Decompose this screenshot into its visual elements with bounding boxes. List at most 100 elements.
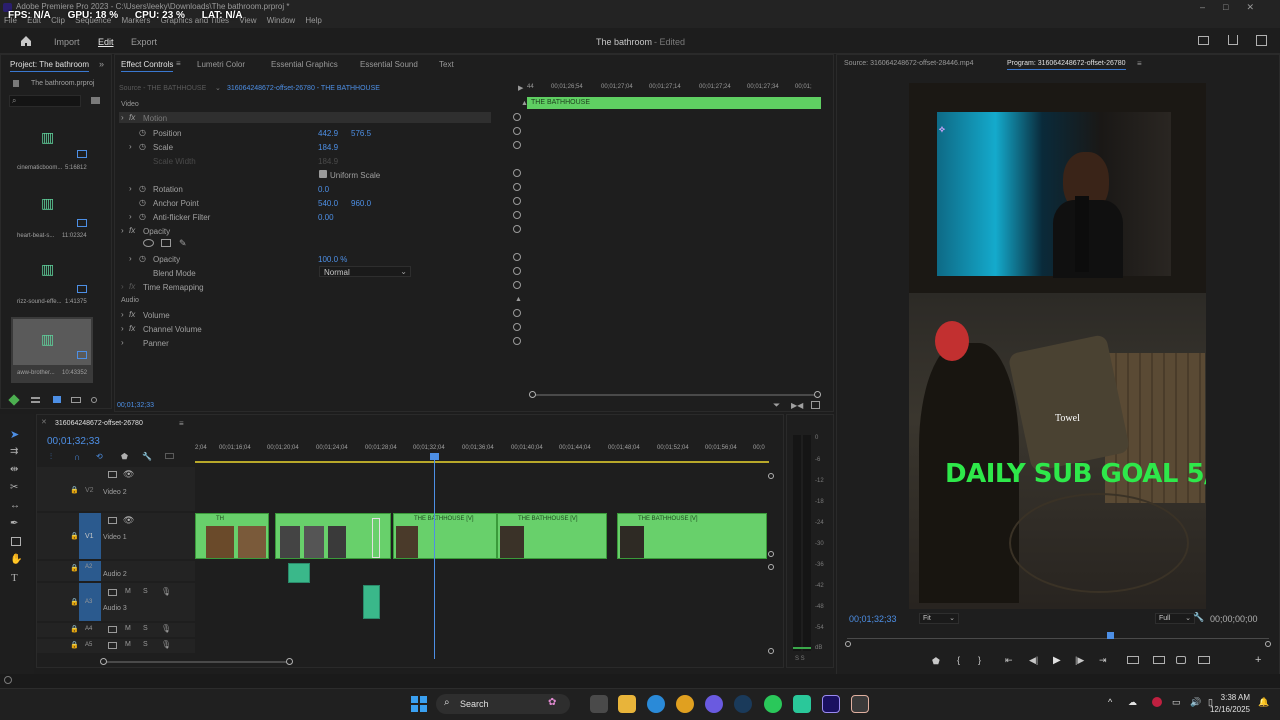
lift-icon[interactable] <box>1127 656 1139 664</box>
cloud-icon[interactable]: ☁ <box>1128 697 1137 708</box>
reset-icon[interactable] <box>513 267 521 275</box>
rectangle-tool-icon[interactable] <box>11 537 21 546</box>
wrench-icon[interactable]: 🔧 <box>1193 612 1204 623</box>
tab-essential-sound[interactable]: Essential Sound <box>360 60 418 69</box>
video-clip[interactable]: THE BATHHOUSE [V] <box>497 513 607 559</box>
close-tab-icon[interactable]: ✕ <box>41 418 47 426</box>
notifications-icon[interactable]: 🔔 <box>1258 697 1269 708</box>
video-clip[interactable]: THE BATHHOUSE [V] <box>393 513 497 559</box>
voiceover-mic-icon[interactable]: 🎙 <box>161 624 171 633</box>
solo-icon[interactable]: S <box>143 625 148 632</box>
position-y-value[interactable]: 576.5 <box>351 129 371 138</box>
go-to-in-icon[interactable]: ⇤ <box>1005 655 1013 666</box>
notification-app-icon[interactable] <box>1152 697 1162 707</box>
project-tab[interactable]: Project: The bathroom <box>10 60 90 72</box>
solo-icon[interactable]: S <box>143 588 148 595</box>
pen-tool-icon[interactable]: ✒ <box>10 518 18 529</box>
track-id-a3[interactable]: A3 <box>85 599 92 605</box>
rotation-value[interactable]: 0.0 <box>318 185 329 194</box>
hand-tool-icon[interactable]: ✋ <box>10 554 22 565</box>
zoom-slider-icon[interactable] <box>91 397 97 403</box>
voiceover-mic-icon[interactable]: 🎙 <box>161 640 171 649</box>
tab-essential-graphics[interactable]: Essential Graphics <box>271 60 338 69</box>
vertical-zoom-handle[interactable] <box>768 473 774 479</box>
vertical-zoom-handle[interactable] <box>768 551 774 557</box>
panel-more-icon[interactable]: » <box>99 59 104 69</box>
source-monitor-tab[interactable]: Source: 316064248672-offset-28446.mp4 <box>844 60 973 67</box>
export-frame-icon[interactable] <box>1176 656 1186 664</box>
add-marker-icon[interactable]: ⬟ <box>121 452 128 461</box>
expand-icon[interactable]: › <box>121 310 124 319</box>
menu-help[interactable]: Help <box>305 16 321 25</box>
scroll-handle-left[interactable] <box>100 658 107 665</box>
track-id-a4[interactable]: A4 <box>85 626 92 632</box>
list-view-icon[interactable] <box>31 397 40 403</box>
program-scrubber-track[interactable] <box>847 638 1269 639</box>
voiceover-mic-icon[interactable]: 🎙 <box>161 587 171 596</box>
track-id-v1[interactable]: V1 <box>85 533 94 540</box>
pen-mask-icon[interactable]: ✎ <box>179 238 187 249</box>
comparison-view-icon[interactable] <box>1198 656 1210 664</box>
menu-window[interactable]: Window <box>267 16 295 25</box>
anchor-x-value[interactable]: 540.0 <box>318 199 338 208</box>
reset-icon[interactable] <box>513 309 521 317</box>
motion-row[interactable] <box>119 112 491 123</box>
new-bin-icon[interactable] <box>91 97 100 104</box>
sequence-selector[interactable]: 316064248672-offset-26780 - THE BATHHOUS… <box>227 85 380 92</box>
ec-zoom-handle-left[interactable] <box>529 391 536 398</box>
tab-menu-icon[interactable]: ≡ <box>176 59 181 68</box>
icon-view-icon[interactable] <box>53 396 61 403</box>
mark-in-icon[interactable]: { <box>957 655 960 665</box>
zoom-handle-left[interactable] <box>845 641 851 647</box>
project-item[interactable]: ▥ heart-beat-s... 11:02324 <box>11 183 93 245</box>
mute-icon[interactable]: M <box>125 625 131 632</box>
linked-selection-icon[interactable]: ⟲ <box>96 452 103 461</box>
track-id-a5[interactable]: A5 <box>85 642 92 648</box>
expand-icon[interactable]: › <box>129 254 132 263</box>
snapshot-icon[interactable] <box>811 401 820 409</box>
expand-icon[interactable]: › <box>121 338 124 347</box>
razor-tool-icon[interactable]: ✂ <box>10 482 18 493</box>
reset-icon[interactable] <box>513 183 521 191</box>
expand-icon[interactable]: › <box>129 212 132 221</box>
reset-icon[interactable] <box>513 169 521 177</box>
program-monitor-tab[interactable]: Program: 316064248672-offset-26780 <box>1007 60 1126 70</box>
video-clip[interactable]: TH <box>195 513 269 559</box>
volume-icon[interactable]: 🔊 <box>1190 697 1201 708</box>
filter-icon[interactable]: ⏷ <box>773 400 780 411</box>
ec-timecode[interactable]: 00;01;32;33 <box>117 402 154 409</box>
app-icon[interactable] <box>793 695 811 713</box>
opacity-value[interactable]: 100.0 % <box>318 255 347 264</box>
reset-icon[interactable] <box>513 281 521 289</box>
program-playhead[interactable] <box>1107 632 1114 639</box>
steam-icon[interactable] <box>734 695 752 713</box>
work-area-bar[interactable] <box>195 461 769 463</box>
toggle-sync-lock-icon[interactable] <box>108 517 117 524</box>
lock-icon[interactable]: 🔒 <box>70 641 79 649</box>
vertical-zoom-handle[interactable] <box>768 564 774 570</box>
audio-clip[interactable] <box>363 585 380 619</box>
position-x-value[interactable]: 442.9 <box>318 129 338 138</box>
ripple-edit-tool-icon[interactable]: ⇹ <box>10 464 18 475</box>
ellipse-mask-icon[interactable] <box>143 239 154 247</box>
timeline-horizontal-scrollbar[interactable] <box>103 661 289 663</box>
lock-icon[interactable]: 🔒 <box>70 532 79 540</box>
toggle-sync-lock-icon[interactable] <box>108 626 117 633</box>
pencil-icon[interactable] <box>8 394 20 406</box>
video-clip-group[interactable] <box>275 513 391 559</box>
taskbar-date[interactable]: 12/16/2025 <box>1204 705 1250 714</box>
expand-icon[interactable]: › <box>121 113 124 122</box>
expand-icon[interactable]: › <box>121 226 124 235</box>
expand-icon[interactable]: › <box>121 324 124 333</box>
rectangle-mask-icon[interactable] <box>161 239 171 247</box>
wrench-icon[interactable]: 🔧 <box>142 452 152 461</box>
home-icon[interactable] <box>20 35 32 47</box>
tab-effect-controls[interactable]: Effect Controls <box>121 60 174 72</box>
reset-icon[interactable] <box>513 113 521 121</box>
taskbar-search[interactable]: ⌕ Search ✿ <box>436 694 570 714</box>
ec-zoom-handle-right[interactable] <box>814 391 821 398</box>
track-id-a2[interactable]: A2 <box>85 564 92 570</box>
zoom-handle-right[interactable] <box>1265 641 1271 647</box>
expand-icon[interactable]: › <box>129 184 132 193</box>
mute-icon[interactable]: M <box>125 641 131 648</box>
